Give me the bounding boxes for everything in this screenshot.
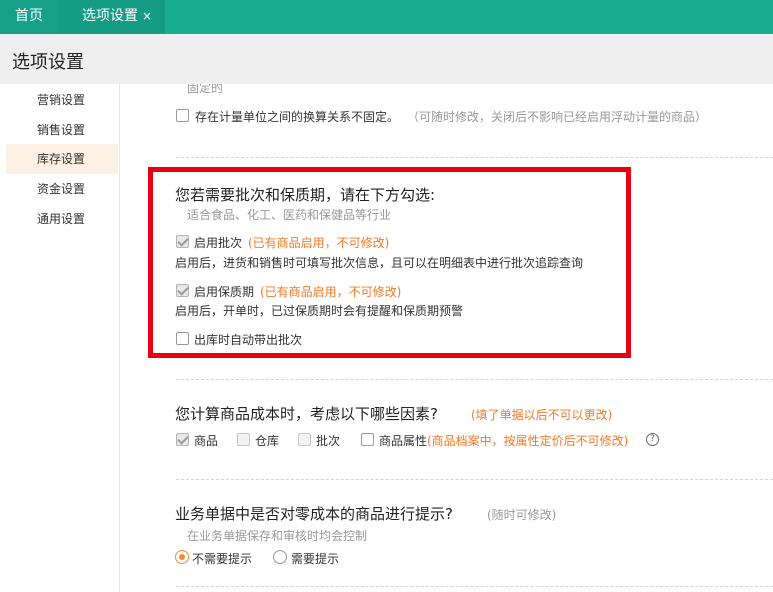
need-prompt-radio[interactable] — [273, 550, 287, 564]
cost-section-note: (填了单据以后不可以更改) — [471, 408, 613, 422]
zero-cost-section-note: (随时可修改) — [487, 508, 557, 522]
cost-factor-batch-label: 批次 — [316, 434, 341, 448]
cost-factor-attribute-label: 商品属性 — [379, 434, 428, 448]
floating-unit-label: 存在计量单位之间的换算关系不固定。 — [195, 110, 400, 124]
zero-cost-section-subtitle: 在业务单据保存和审核时均会控制 — [187, 529, 368, 543]
cost-factor-goods-checkbox[interactable] — [176, 433, 189, 446]
tab-bar: 首页 选项设置 × — [0, 0, 773, 34]
sidebar-item-sales[interactable]: 销售设置 — [6, 115, 118, 145]
floating-unit-checkbox[interactable] — [176, 109, 189, 122]
cost-factor-attribute-checkbox[interactable] — [361, 433, 374, 446]
sidebar-item-funds[interactable]: 资金设置 — [6, 174, 118, 204]
need-prompt-label: 需要提示 — [291, 552, 340, 566]
sidebar: 营销设置 销售设置 库存设置 资金设置 通用设置 — [0, 84, 120, 592]
cost-factor-goods-label: 商品 — [194, 434, 219, 448]
sidebar-item-inventory[interactable]: 库存设置 — [6, 144, 118, 174]
cost-factor-batch-checkbox[interactable] — [298, 433, 311, 446]
divider — [176, 479, 773, 480]
page-header: 选项设置 — [0, 34, 773, 84]
floating-unit-note: （可随时修改，关闭后不影响已经启用浮动计量的商品） — [407, 110, 708, 124]
question-circle-icon[interactable]: ? — [646, 433, 659, 446]
cost-factor-warehouse-checkbox[interactable] — [237, 433, 250, 446]
no-prompt-radio[interactable] — [175, 550, 189, 564]
sidebar-item-marketing[interactable]: 营销设置 — [6, 85, 118, 115]
highlight-box — [148, 167, 631, 358]
sidebar-item-general[interactable]: 通用设置 — [6, 204, 118, 234]
tab-label: 选项设置 — [82, 8, 138, 24]
cost-factor-attribute-note: (商品档案中，按属性定价后不可修改) — [427, 434, 629, 448]
page-title: 选项设置 — [12, 52, 84, 73]
divider — [176, 586, 773, 587]
unit-cut-text: 固定的 — [187, 84, 224, 95]
close-icon[interactable]: × — [142, 9, 152, 23]
zero-cost-section-title: 业务单据中是否对零成本的商品进行提示? — [175, 505, 453, 523]
divider — [176, 157, 773, 158]
cost-factor-warehouse-label: 仓库 — [255, 434, 280, 448]
cost-section-title: 您计算商品成本时，考虑以下哪些因素? — [175, 405, 438, 423]
tab-home[interactable]: 首页 — [0, 0, 58, 34]
tab-options-settings[interactable]: 选项设置 × — [58, 0, 165, 34]
no-prompt-label: 不需要提示 — [192, 552, 253, 566]
divider — [176, 379, 773, 380]
